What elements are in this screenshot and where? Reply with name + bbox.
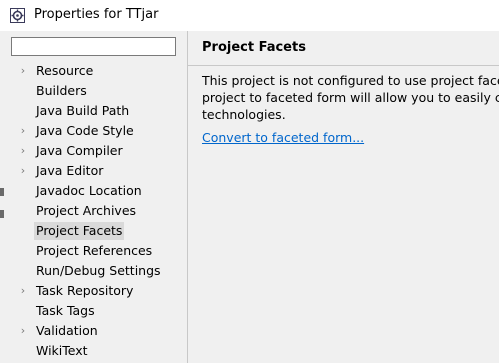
expand-chevron-icon[interactable]: › [18,122,28,140]
tree-item[interactable]: Project Archives [34,202,138,220]
tree-item[interactable]: Builders [34,82,89,100]
expand-chevron-icon[interactable]: › [18,162,28,180]
tree-item[interactable]: Java Build Path [34,102,131,120]
tree-item[interactable]: Java Compiler [34,142,125,160]
tree-item[interactable]: Project References [34,242,154,260]
tree-item[interactable]: Task Repository [34,282,135,300]
filter-input[interactable] [11,37,176,56]
expand-chevron-icon[interactable]: › [18,322,28,340]
description-line: technologies. [202,107,286,122]
tree-item[interactable]: WikiText [34,342,90,360]
convert-to-faceted-form-link[interactable]: Convert to faceted form... [202,130,364,145]
tree-item[interactable]: Resource [34,62,95,80]
edge-marker [0,188,4,196]
content-pane: Project Facets This project is not confi… [188,31,499,363]
expand-chevron-icon[interactable]: › [18,282,28,300]
title-bar: Properties for TTjar [0,0,499,31]
tree-item[interactable]: Java Code Style [34,122,136,140]
tree-item[interactable]: Run/Debug Settings [34,262,163,280]
tree-item[interactable]: Validation [34,322,100,340]
tree-item[interactable]: Project Facets [34,222,125,240]
edge-marker [0,210,4,218]
page-title: Project Facets [202,40,306,55]
expand-chevron-icon[interactable]: › [18,62,28,80]
expand-chevron-icon[interactable]: › [18,142,28,160]
header-divider [188,65,499,66]
description-line: This project is not configured to use pr… [202,73,499,88]
description: This project is not configured to use pr… [202,72,499,123]
description-line: project to faceted form will allow you t… [202,90,499,105]
category-pane: › Resource Builders Java Build Path › Java Co… [0,31,188,363]
tree-item[interactable]: Java Editor [34,162,105,180]
tree-item[interactable]: Javadoc Location [34,182,144,200]
window-title: Properties for TTjar [34,7,159,22]
settings-gear-icon [10,8,25,23]
tree-item[interactable]: Task Tags [34,302,97,320]
